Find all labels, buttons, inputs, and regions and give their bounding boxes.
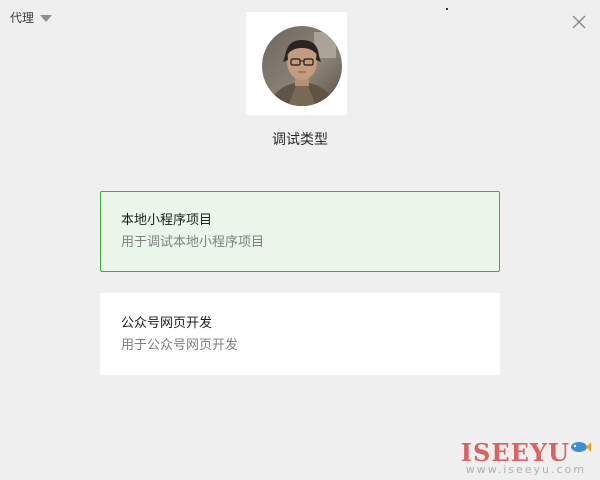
watermark-site: www.iseeyu.com bbox=[465, 463, 586, 476]
close-button[interactable] bbox=[569, 12, 589, 32]
option-title: 公众号网页开发 bbox=[121, 316, 213, 331]
avatar bbox=[262, 26, 342, 106]
option-local-miniprogram[interactable]: 本地小程序项目 用于调试本地小程序项目 bbox=[100, 191, 500, 272]
option-title: 本地小程序项目 bbox=[121, 213, 213, 228]
stray-pixel bbox=[446, 8, 448, 10]
chevron-down-icon bbox=[40, 15, 53, 22]
option-description: 用于调试本地小程序项目 bbox=[121, 235, 265, 250]
dialog-title: 调试类型 bbox=[272, 132, 328, 148]
proxy-label: 代理 bbox=[10, 11, 35, 25]
option-official-account-web[interactable]: 公众号网页开发 用于公众号网页开发 bbox=[100, 293, 500, 375]
watermark: ISEEYU www.iseeyu.com bbox=[444, 436, 592, 476]
proxy-dropdown[interactable]: 代理 bbox=[10, 10, 53, 26]
user-avatar-icon bbox=[262, 26, 342, 106]
close-icon bbox=[572, 15, 586, 29]
avatar-frame bbox=[246, 12, 347, 115]
option-description: 用于公众号网页开发 bbox=[121, 338, 239, 353]
fish-logo-icon bbox=[571, 442, 591, 452]
